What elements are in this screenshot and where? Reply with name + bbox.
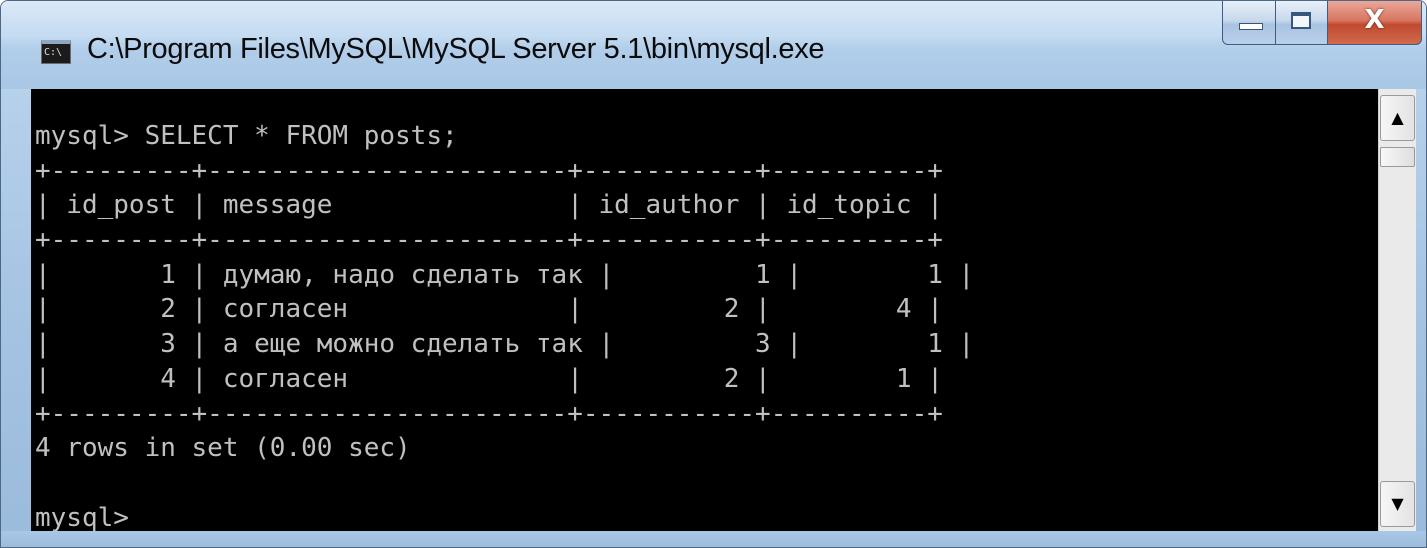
- window-title: C:\Program Files\MySQL\MySQL Server 5.1\…: [87, 33, 825, 65]
- scroll-thumb[interactable]: [1380, 147, 1415, 167]
- table-row: | 4 | согласен | 2 | 1 |: [35, 363, 943, 394]
- cmd-console-icon[interactable]: C:\: [41, 40, 71, 64]
- table-row: | 1 | думаю, надо сделать так | 1 | 1 |: [35, 259, 975, 290]
- cmd-icon-text: C:\: [44, 47, 63, 58]
- close-icon: X: [1364, 5, 1385, 35]
- close-button[interactable]: X: [1328, 1, 1422, 45]
- console-window: C:\ C:\Program Files\MySQL\MySQL Server …: [0, 0, 1427, 548]
- table-border-bottom: +---------+-----------------------+-----…: [35, 398, 943, 429]
- console-line-command: mysql> SELECT * FROM posts;: [35, 121, 458, 151]
- result-summary: 4 rows in set (0.00 sec): [35, 433, 411, 464]
- window-frame-bottom: [1, 531, 1426, 547]
- maximize-icon: [1291, 12, 1311, 29]
- mysql-prompt[interactable]: mysql>: [35, 501, 974, 531]
- arrow-up-icon: ▲: [1391, 108, 1404, 127]
- vertical-scrollbar[interactable]: ▲ ▼: [1378, 89, 1416, 531]
- caption-buttons: X: [1222, 1, 1422, 47]
- scroll-down-button[interactable]: ▼: [1380, 481, 1415, 527]
- console-output: mysql> SELECT * FROM posts; +---------+--…: [35, 119, 974, 531]
- console-area[interactable]: mysql> SELECT * FROM posts; +---------+--…: [31, 89, 1378, 531]
- title-bar[interactable]: C:\ C:\Program Files\MySQL\MySQL Server …: [1, 1, 1426, 89]
- minimize-button[interactable]: [1222, 1, 1276, 45]
- table-header-row: | id_post | message | id_author | id_top…: [35, 190, 943, 221]
- maximize-button[interactable]: [1276, 1, 1328, 45]
- table-border-header: +---------+-----------------------+-----…: [35, 225, 943, 256]
- minimize-icon: [1239, 23, 1263, 30]
- table-border-top: +---------+-----------------------+-----…: [35, 155, 943, 186]
- table-row: | 2 | согласен | 2 | 4 |: [35, 294, 943, 325]
- scroll-up-button[interactable]: ▲: [1380, 95, 1415, 141]
- table-row: | 3 | а еще можно сделать так | 3 | 1 |: [35, 329, 975, 360]
- arrow-down-icon: ▼: [1391, 494, 1404, 513]
